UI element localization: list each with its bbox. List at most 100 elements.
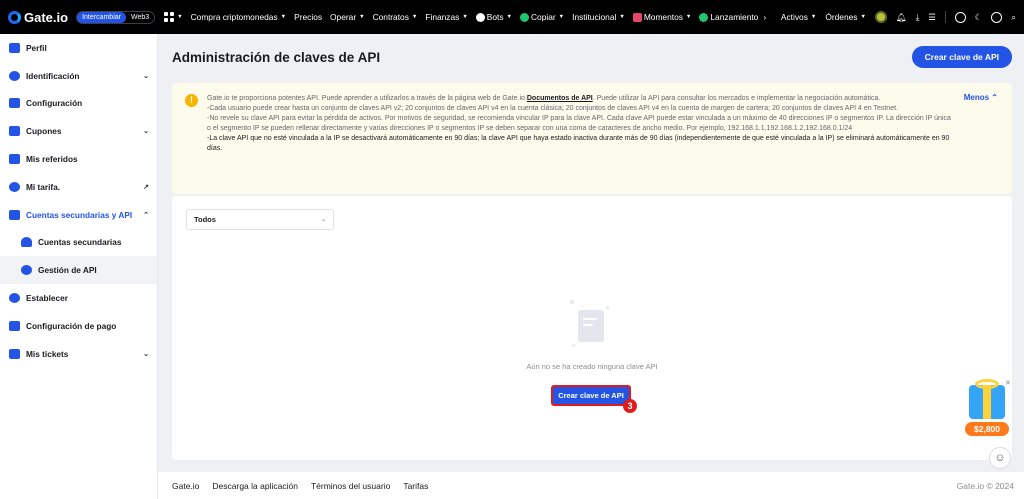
empty-state-text: Aún no se ha creado ninguna clave API [526, 362, 658, 371]
chevron-down-icon: ⌄ [143, 128, 149, 136]
sidebar-item-fee[interactable]: Mi tarifa. ↗ [0, 173, 157, 201]
copy-trading-icon [520, 12, 529, 22]
notice-text: Gate.io te proporciona potentes API. Pue… [207, 95, 951, 152]
notice-line-limits: -Cada usuario puede crear hasta un conju… [207, 105, 898, 112]
caret-down-icon: ▼ [860, 14, 866, 20]
gateio-logo[interactable]: Gate.io [8, 10, 68, 25]
exchange-web3-toggle: Intercambiar Web3 [76, 10, 156, 24]
footer-link-gateio[interactable]: Gate.io [172, 481, 199, 491]
coupon-icon [8, 126, 20, 137]
nav-buy-crypto[interactable]: Compra criptomonedas ▼ [191, 12, 287, 22]
user-avatar[interactable] [874, 11, 887, 23]
chevron-down-icon: ⌄ [143, 350, 149, 358]
show-less-toggle[interactable]: Menos ⌃ [964, 93, 998, 102]
nav-finance[interactable]: Finanzas ▼ [425, 12, 467, 22]
account-sidebar: Perfil Identificación ⌄ Configuración Cup… [0, 34, 158, 499]
create-api-key-empty-button[interactable]: Crear clave de API [551, 385, 631, 406]
sidebar-item-tickets[interactable]: Mis tickets ⌄ [0, 340, 157, 368]
ticket-icon [8, 348, 20, 359]
moon-icon[interactable]: ☾ [975, 12, 983, 22]
gateio-logo-icon [8, 10, 21, 24]
navbar-right: Activos ▼ Órdenes ▼ 🔔︎ ⤓ ☰ ☾ ⌕ [781, 11, 1016, 23]
user-settings-icon [8, 293, 20, 304]
page-footer: Gate.io Descarga la aplicación Términos … [158, 472, 1024, 499]
nav-launch[interactable]: Lanzamiento › [699, 12, 766, 22]
page-header: Administración de claves de API Crear cl… [172, 40, 1012, 74]
caret-down-icon: ▼ [685, 14, 692, 20]
sidebar-item-subaccounts[interactable]: Cuentas secundarias [0, 229, 157, 257]
api-gear-icon [20, 265, 32, 276]
toggle-web3[interactable]: Web3 [126, 12, 154, 23]
nav-trade[interactable]: Operar ▼ [330, 12, 365, 22]
sidebar-item-subaccounts-api[interactable]: Cuentas secundarias y API ⌃ [0, 201, 157, 229]
caret-down-icon: ▼ [810, 14, 817, 20]
step-badge: 3 [623, 399, 637, 413]
caret-down-icon: ▼ [177, 14, 183, 20]
chevron-up-icon: ⌃ [991, 93, 998, 102]
sidebar-item-profile[interactable]: Perfil [0, 34, 157, 62]
top-navbar: Gate.io Intercambiar Web3 ▼ Compra cript… [0, 0, 1024, 34]
sidebar-item-api-management[interactable]: Gestión de API [0, 256, 157, 285]
sidebar-item-establish[interactable]: Establecer [0, 284, 157, 312]
support-chat-icon[interactable]: ☺ [989, 447, 1011, 469]
gift-price-badge: $2,800 [965, 422, 1009, 436]
nav-prices[interactable]: Precios [294, 12, 322, 22]
payment-download-icon [8, 320, 20, 331]
menu-icon[interactable]: ☰ [928, 12, 936, 22]
caret-down-icon: ▼ [619, 14, 625, 20]
globe-icon[interactable] [954, 11, 966, 23]
moments-icon [632, 12, 642, 22]
page-title: Administración de claves de API [172, 49, 381, 65]
nav-institutional[interactable]: Institucional ▼ [572, 12, 625, 22]
footer-link-download-app[interactable]: Descarga la aplicación [212, 481, 298, 491]
settings-card-icon [8, 98, 20, 109]
close-icon[interactable]: ✕ [1005, 379, 1011, 387]
download-icon[interactable]: ⤓ [916, 12, 920, 23]
warning-icon: ! [185, 94, 198, 107]
settings-icon[interactable] [991, 11, 1003, 23]
footer-link-fees[interactable]: Tarifas [403, 481, 428, 491]
create-api-key-button[interactable]: Crear clave de API [911, 46, 1012, 68]
api-keys-panel: Todos ⌄ Aún no se ha creado ninguna clav… [172, 196, 1012, 460]
external-link-icon: ↗ [143, 183, 149, 191]
footer-link-terms[interactable]: Términos del usuario [311, 481, 390, 491]
nav-bots[interactable]: Bots ▼ [475, 12, 512, 22]
caret-down-icon: ▼ [359, 14, 365, 20]
nav-orders[interactable]: Órdenes ▼ [825, 12, 866, 22]
caret-down-icon: ▼ [280, 14, 287, 20]
nav-futures[interactable]: Contratos ▼ [373, 12, 418, 22]
bell-icon[interactable]: 🔔︎ [896, 12, 907, 23]
notice-line-expiry: -La clave API que no esté vinculada a la… [207, 135, 950, 152]
profile-icon [8, 42, 20, 53]
toggle-exchange[interactable]: Intercambiar [77, 11, 126, 23]
id-user-icon [8, 70, 20, 81]
brand-name: Gate.io [24, 9, 69, 25]
chevron-right-icon: › [763, 12, 767, 22]
sidebar-item-payment-settings[interactable]: Configuración de pago [0, 312, 157, 340]
launch-icon [699, 12, 709, 22]
bot-icon [475, 12, 485, 22]
account-filter-select[interactable]: Todos ⌄ [186, 209, 334, 230]
notice-line-security: -No revele su clave API para evitar la p… [207, 115, 951, 132]
nav-moments[interactable]: Momentos ▼ [632, 12, 692, 22]
chevron-up-icon: ⌃ [143, 211, 149, 219]
empty-document-icon [570, 300, 609, 347]
nav-assets[interactable]: Activos ▼ [781, 12, 816, 22]
navbar-divider [944, 11, 946, 23]
caret-down-icon: ▼ [506, 14, 512, 20]
chevron-down-icon: ⌄ [143, 72, 149, 80]
apps-menu[interactable]: ▼ [164, 12, 183, 22]
sidebar-item-coupons[interactable]: Cupones ⌄ [0, 117, 157, 145]
caret-down-icon: ▼ [558, 14, 565, 20]
api-info-notice: ! Gate.io te proporciona potentes API. P… [172, 83, 1012, 194]
api-docs-link[interactable]: Documentos de API [527, 95, 593, 102]
search-icon[interactable]: ⌕ [1011, 12, 1016, 23]
caret-down-icon: ▼ [462, 14, 468, 20]
sidebar-item-identification[interactable]: Identificación ⌄ [0, 62, 157, 90]
sidebar-item-referrals[interactable]: Mis referidos [0, 145, 157, 173]
grid-icon [164, 12, 175, 22]
nav-copy[interactable]: Copiar ▼ [520, 12, 564, 22]
gift-promo-widget[interactable]: $2,800 [963, 379, 1011, 437]
chevron-down-icon: ⌄ [320, 217, 326, 223]
sidebar-item-settings[interactable]: Configuración [0, 90, 157, 118]
